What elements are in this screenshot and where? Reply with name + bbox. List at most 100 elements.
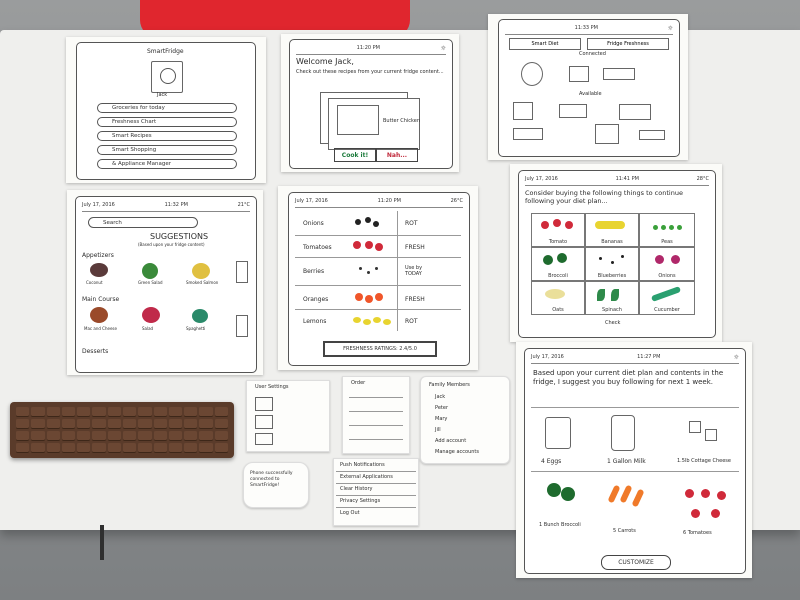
status-bar: July 17, 2016 11:32 PM 21°C [82,199,250,212]
keyboard-key [61,431,76,441]
keyboard-key [77,419,91,429]
family-member[interactable]: Jill [435,428,441,433]
connected-label: Connected [579,51,606,57]
keyboard-key [31,443,45,453]
grid-item[interactable]: Blueberries [585,247,639,281]
keyboard-key [184,431,198,441]
appliance-icon[interactable] [559,104,587,118]
keyboard-key [122,407,137,417]
shopping-text: Based upon your current diet plan and co… [533,369,724,387]
settings-item[interactable]: Log Out [340,511,360,516]
toggle[interactable] [255,397,273,411]
keyboard-key [46,431,60,441]
sheet-freshness: July 17, 2016 11:20 PM 26°C Onions ROT Tom… [278,186,478,370]
keyboard-key [153,407,167,417]
note-title: Order [351,380,366,386]
sheet-shopping: July 17, 2016 11:27 PM ☼ Based upon your c… [516,342,752,578]
appliance-icon[interactable] [569,66,589,82]
add-account[interactable]: Add account [435,439,466,444]
appliance-icon[interactable] [639,130,665,140]
freshness-ratings-button[interactable]: FRESHNESS RATINGS: 2.4/5.0 [323,341,437,357]
appliance-icon[interactable] [521,62,543,86]
status-bar: July 17, 2016 11:27 PM ☼ [531,351,739,364]
keyboard-key [199,407,213,417]
consider-screen: July 17, 2016 11:41 PM 28°C Consider buyin… [518,170,716,338]
keyboard-keys [16,407,228,453]
status-fresh: FRESH [405,296,425,303]
settings-item[interactable]: Clear History [340,487,372,492]
food-thumbnail[interactable] [192,309,208,323]
grid-item[interactable]: Cucumber [639,281,695,315]
appetizer-name: Coconut [86,280,103,285]
keyboard-key [138,419,152,429]
scroll-arrow[interactable] [236,261,248,283]
family-member[interactable]: Jack [435,395,445,400]
customize-button[interactable]: CUSTOMIZE [601,555,671,570]
scroll-arrow[interactable] [236,315,248,337]
grid-item[interactable]: Peas [639,213,695,247]
menu-item-recipes[interactable]: Smart Recipes [97,131,237,141]
recipe-name: Butter Chicken [383,118,421,124]
toggle[interactable] [255,433,273,445]
status-fresh: FRESH [405,244,425,251]
search-input[interactable]: Search [88,217,198,228]
main-course-heading: Main Course [82,296,120,303]
sheet-profile: SmartFridge Jack Groceries for today Fre… [66,37,266,183]
settings-item[interactable]: Push Notifications [340,463,385,468]
food-thumbnail[interactable] [142,263,158,279]
family-member[interactable]: Peter [435,406,448,411]
keyboard-key [92,419,106,429]
keyboard-key [199,419,213,429]
grid-item[interactable]: Onions [639,247,695,281]
note-family: Family Members Jack Peter Mary Jill Add … [420,376,510,464]
appliance-icon[interactable] [513,128,543,140]
appetizer-name: Green Salad [138,280,163,285]
main-name: Mac and Cheese [84,326,117,331]
keyboard-key [46,443,60,453]
keyboard-key [61,443,76,453]
appliance-icon[interactable] [595,124,619,144]
grid-item[interactable]: Bananas [585,213,639,247]
manage-accounts[interactable]: Manage accounts [435,450,479,455]
menu-item-shopping[interactable]: Smart Shopping [97,145,237,155]
appliance-icon[interactable] [619,104,651,120]
item-label: 1 Gallon Milk [607,458,646,465]
avatar [151,61,183,93]
appliance-icon[interactable] [513,102,533,120]
keyboard-key [31,419,45,429]
keyboard-key [138,443,152,453]
food-thumbnail[interactable] [142,307,160,323]
menu-item-appliances[interactable]: & Appliance Manager [97,159,237,169]
keyboard-key [153,419,167,429]
table-leg [100,525,164,560]
grid-item[interactable]: Tomato [531,213,585,247]
cook-it-button[interactable]: Cook it! [334,148,376,162]
grid-item[interactable]: Broccoli [531,247,585,281]
settings-item[interactable]: External Applications [340,475,393,480]
available-label: Available [579,91,602,97]
keyboard-key [77,443,91,453]
item-label: 6 Tomatoes [683,530,712,536]
tab-fridge-freshness[interactable]: Fridge Freshness [587,38,669,50]
toggle[interactable] [255,415,273,429]
egg-carton-icon [545,417,571,449]
food-thumbnail[interactable] [192,263,210,279]
appliance-icon[interactable] [603,68,635,80]
recipe-card[interactable]: Butter Chicken [328,98,420,150]
milk-jug-icon [611,415,635,451]
menu-item-freshness[interactable]: Freshness Chart [97,117,237,127]
tab-smart-diet[interactable]: Smart Diet [509,38,581,50]
keyboard-key [16,407,30,417]
nah-button[interactable]: Nah... [376,148,418,162]
settings-item[interactable]: Privacy Settings [340,499,380,504]
menu-item-groceries[interactable]: Groceries for today [97,103,237,113]
keyboard-key [138,407,152,417]
family-member[interactable]: Mary [435,417,447,422]
item-name: Onions [303,220,324,227]
suggestions-title: SUGGESTIONS [150,232,209,241]
keyboard-key [31,431,45,441]
cheese-icon [689,421,701,433]
food-thumbnail[interactable] [90,263,108,277]
note-settings-menu: Push Notifications External Applications… [333,458,419,526]
food-thumbnail[interactable] [90,307,108,323]
